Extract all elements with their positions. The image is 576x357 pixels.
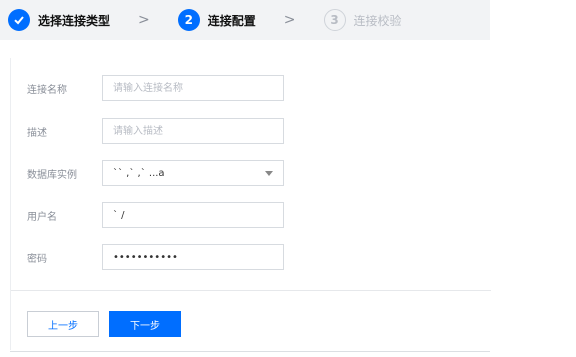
password-input[interactable]: ••••••••••• [102,244,284,270]
chevron-right-icon: > [138,12,150,28]
connection-name-input[interactable] [102,75,284,101]
password-label: 密码 [27,253,47,265]
row-db-instance: 数据库实例 `` ,` ,` ...a [27,160,284,186]
username-value: ` / [113,209,125,221]
db-instance-label: 数据库实例 [27,169,77,181]
row-description: 描述 [27,118,284,144]
step-1: 选择连接类型 [8,9,110,31]
password-value: ••••••••••• [113,251,178,263]
prev-button[interactable]: 上一步 [27,311,99,337]
description-label: 描述 [27,127,47,139]
step-3-number: 3 [323,9,346,31]
description-input[interactable] [102,118,284,144]
chevron-down-icon [265,170,273,176]
form-card: 连接名称 描述 数据库实例 `` ,` ,` ...a 用户名 ` / 密码 •… [10,58,491,350]
next-button[interactable]: 下一步 [109,311,181,337]
row-connection-name: 连接名称 [27,75,284,101]
step-3: 3 连接校验 [323,9,402,31]
divider [11,290,491,291]
step-1-label: 选择连接类型 [38,13,111,28]
db-instance-value: `` ,` ,` ...a [113,167,165,179]
step-2-number: 2 [177,9,200,31]
chevron-right-icon: > [283,12,296,28]
row-username: 用户名 ` / [27,202,284,228]
check-icon [8,9,30,31]
step-2: 2 连接配置 [177,9,256,31]
username-input[interactable]: ` / [102,202,284,228]
step-2-label: 连接配置 [207,13,256,28]
username-label: 用户名 [27,211,57,223]
step-3-label: 连接校验 [353,13,402,28]
row-password: 密码 ••••••••••• [27,244,284,270]
steps-bar: 选择连接类型 > 2 连接配置 > 3 连接校验 [0,0,490,40]
db-instance-select[interactable]: `` ,` ,` ...a [102,160,284,186]
bottom-border [10,351,490,352]
connection-name-label: 连接名称 [27,84,67,96]
